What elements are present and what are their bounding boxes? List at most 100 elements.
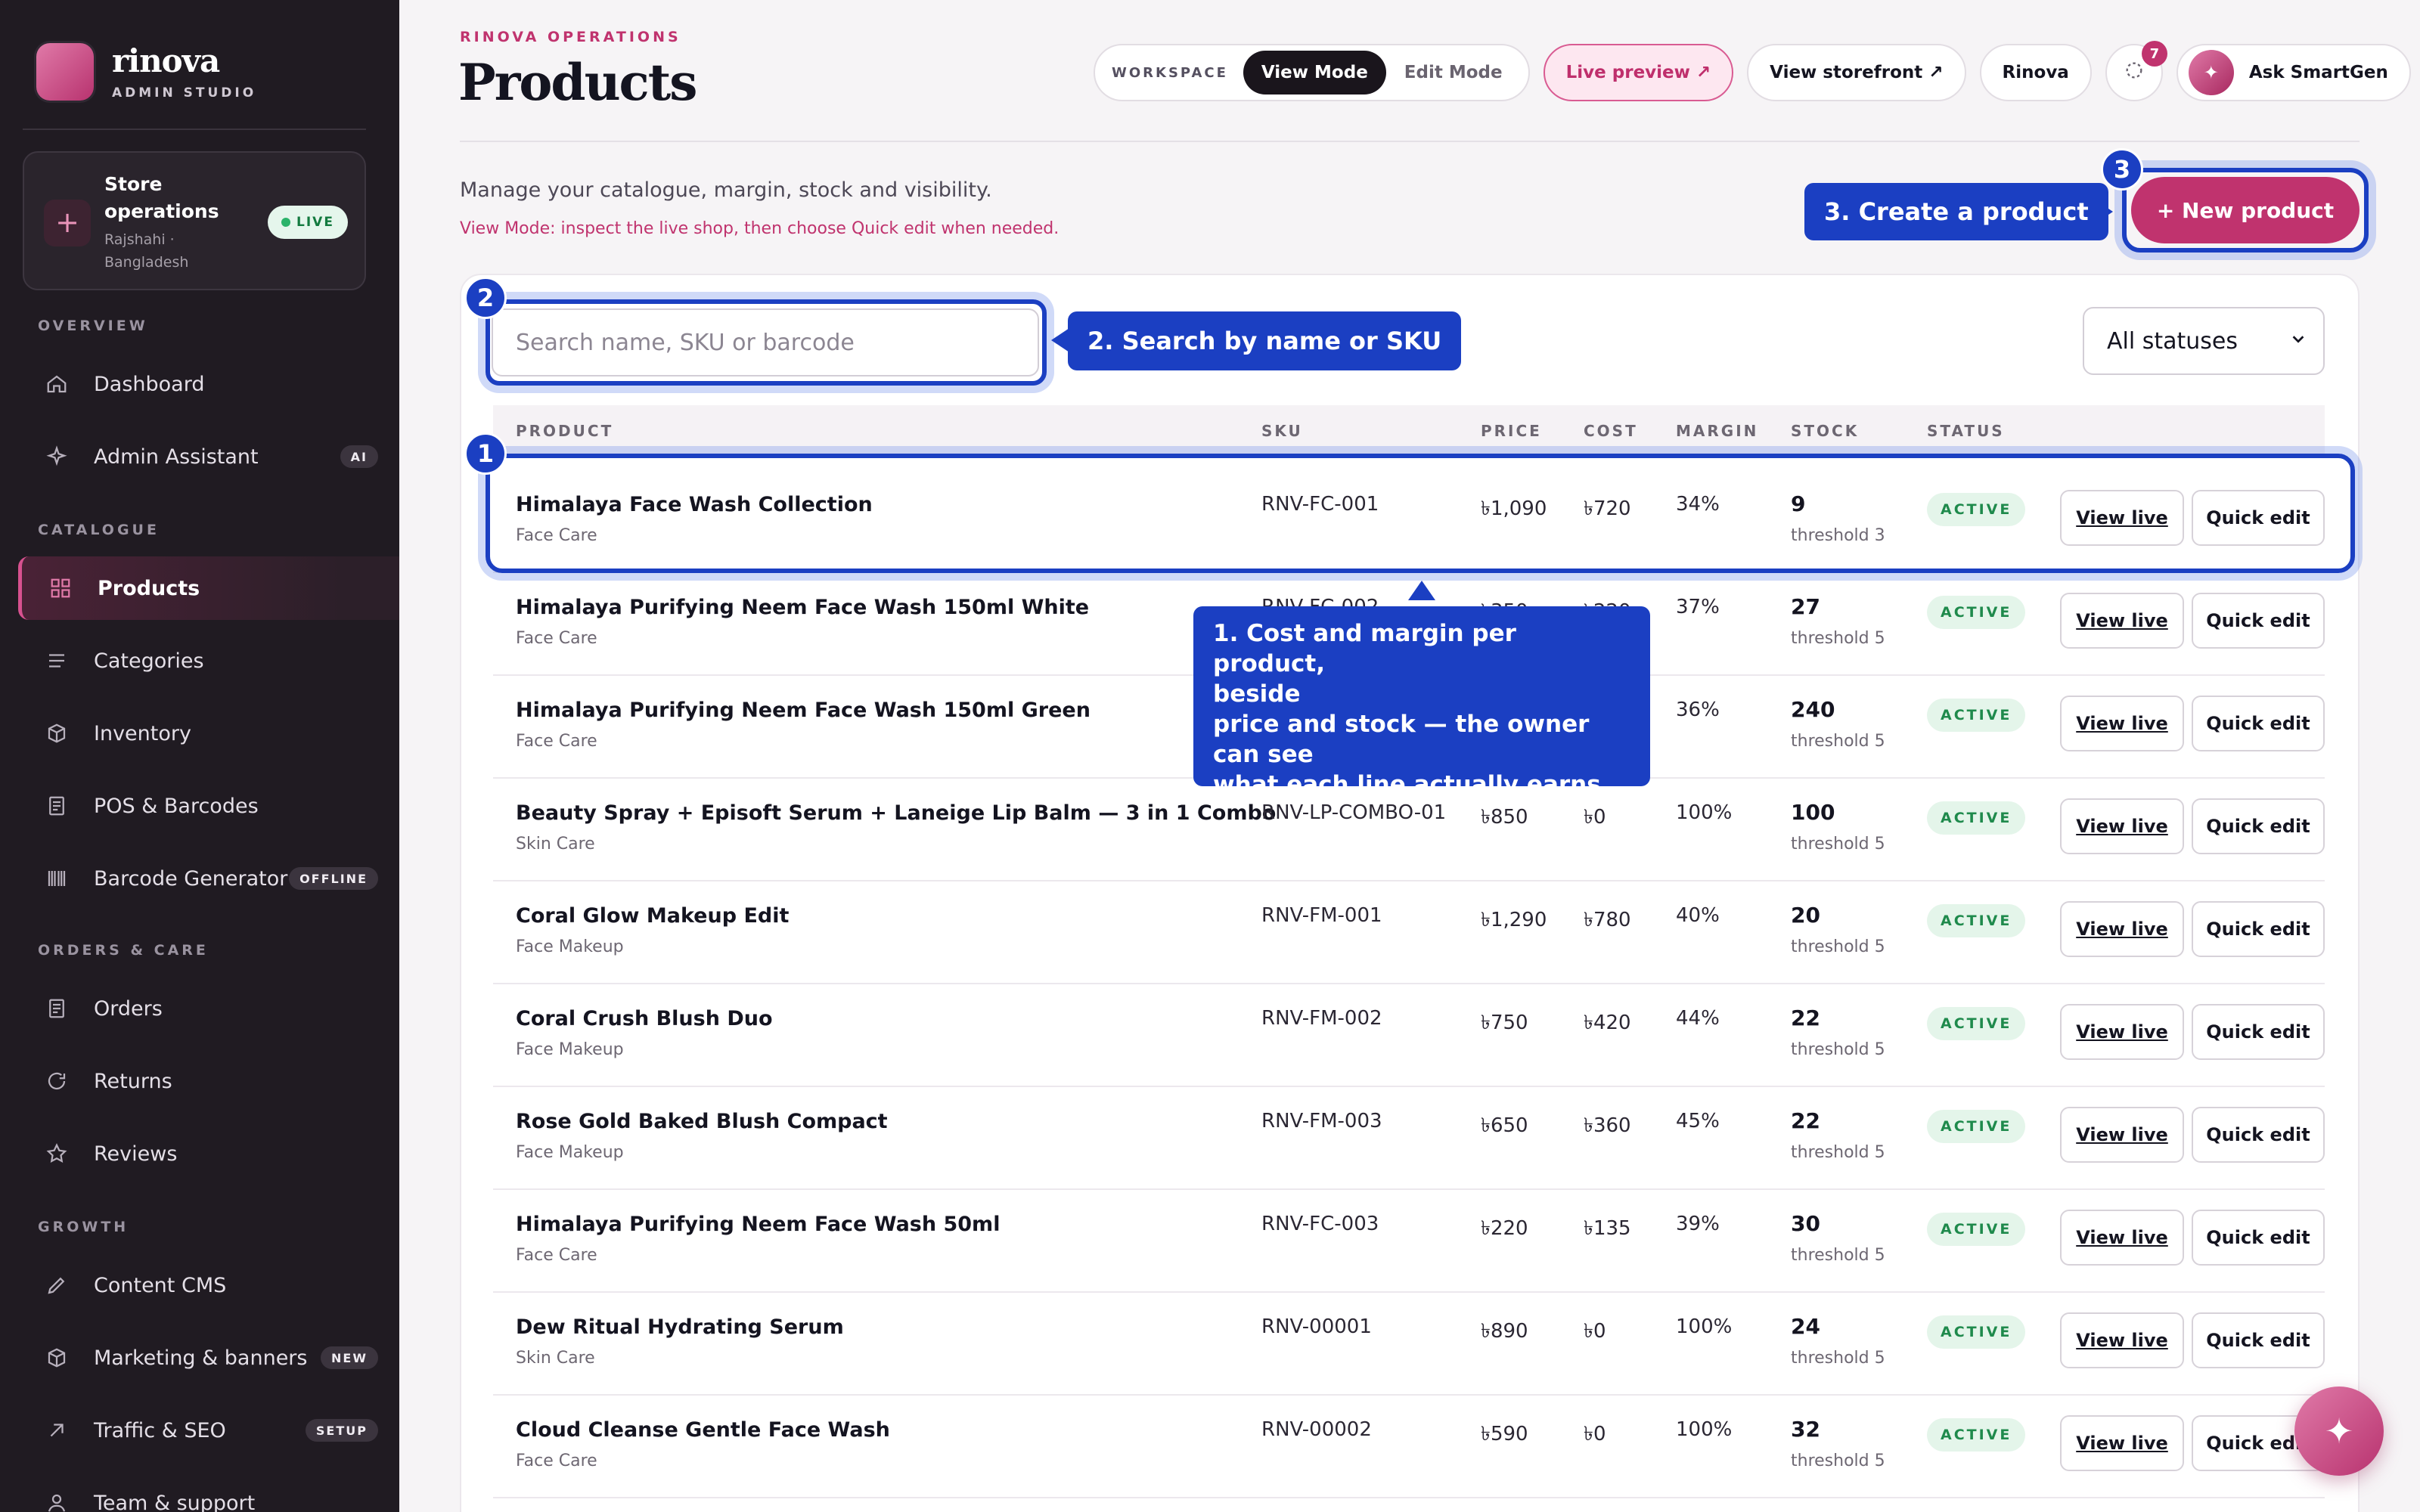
brand[interactable]: rinova ADMIN STUDIO bbox=[36, 42, 256, 101]
sidebar-item-label: Dashboard bbox=[94, 372, 205, 396]
product-price: ৳590 bbox=[1481, 1423, 1528, 1445]
sidebar-item-dashboard[interactable]: Dashboard bbox=[18, 352, 399, 416]
tooltip-1-line: price and stock — the owner bbox=[1213, 711, 1590, 738]
table-row: Dew Ritual Hydrating Serum Skin Care RNV-0… bbox=[493, 1293, 2325, 1396]
sidebar-item-marketing[interactable]: Marketing & banners NEW bbox=[18, 1326, 399, 1390]
sidebar-item-barcode-generator[interactable]: Barcode Generator OFFLINE bbox=[18, 847, 399, 910]
sidebar-item-label: Barcode Generator bbox=[94, 866, 288, 891]
product-margin: 39% bbox=[1676, 1213, 1720, 1235]
sidebar-item-returns[interactable]: Returns bbox=[18, 1049, 399, 1113]
col-product: PRODUCT bbox=[516, 422, 614, 440]
view-live-button[interactable]: View live bbox=[2060, 696, 2184, 751]
product-cost: ৳780 bbox=[1584, 909, 1631, 931]
product-stock: 32 bbox=[1791, 1417, 1820, 1442]
product-price: ৳220 bbox=[1481, 1217, 1528, 1240]
sidebar-item-pos-barcodes[interactable]: POS & Barcodes bbox=[18, 774, 399, 838]
view-live-button[interactable]: View live bbox=[2060, 901, 2184, 957]
sidebar-item-orders[interactable]: Orders bbox=[18, 977, 399, 1040]
product-cost: ৳360 bbox=[1584, 1114, 1631, 1137]
view-live-button[interactable]: View live bbox=[2060, 1415, 2184, 1471]
quick-edit-button[interactable]: Quick edit bbox=[2192, 901, 2325, 957]
store-switcher-button[interactable]: Rinova bbox=[1979, 44, 2092, 101]
sidebar-item-traffic-seo[interactable]: Traffic & SEO SETUP bbox=[18, 1399, 399, 1462]
sidebar-item-admin-assistant[interactable]: Admin Assistant AI bbox=[18, 425, 399, 488]
quick-edit-button[interactable]: Quick edit bbox=[2192, 696, 2325, 751]
sidebar-item-content-cms[interactable]: Content CMS bbox=[18, 1253, 399, 1317]
quick-edit-button[interactable]: Quick edit bbox=[2192, 1312, 2325, 1368]
product-category: Face Makeup bbox=[516, 937, 624, 956]
sidebar-item-inventory[interactable]: Inventory bbox=[18, 702, 399, 765]
store-card[interactable]: + Store operations Rajshahi · Bangladesh… bbox=[23, 151, 366, 290]
star-icon bbox=[44, 1141, 70, 1167]
product-category: Face Care bbox=[516, 629, 597, 648]
loading-spinner-icon bbox=[2124, 60, 2145, 85]
sidebar: rinova ADMIN STUDIO + Store operations R… bbox=[0, 0, 399, 1512]
brand-subtitle: ADMIN STUDIO bbox=[112, 85, 257, 101]
stock-threshold: threshold 5 bbox=[1791, 732, 1885, 751]
product-stock: 100 bbox=[1791, 800, 1835, 825]
sidebar-item-label: Products bbox=[98, 576, 200, 600]
quick-edit-button[interactable]: Quick edit bbox=[2192, 1004, 2325, 1060]
view-live-button[interactable]: View live bbox=[2060, 1004, 2184, 1060]
product-name: Coral Glow Makeup Edit bbox=[516, 904, 790, 928]
sidebar-item-categories[interactable]: Categories bbox=[18, 629, 399, 692]
tutorial-tooltip-3: 3. Create a product bbox=[1804, 183, 2108, 240]
table-row: Himalaya Purifying Neem Face Wash 50ml Fa… bbox=[493, 1190, 2325, 1293]
status-badge: ACTIVE bbox=[1927, 1315, 2026, 1349]
stock-threshold: threshold 5 bbox=[1791, 1040, 1885, 1059]
sparkle-icon bbox=[44, 444, 70, 469]
status-badge: ACTIVE bbox=[1927, 1110, 2026, 1143]
sidebar-item-products[interactable]: Products bbox=[18, 556, 399, 620]
sidebar-item-reviews[interactable]: Reviews bbox=[18, 1122, 399, 1185]
quick-edit-button[interactable]: Quick edit bbox=[2192, 593, 2325, 649]
status-badge: ACTIVE bbox=[1927, 801, 2026, 835]
view-live-button[interactable]: View live bbox=[2060, 1210, 2184, 1266]
quick-edit-button[interactable]: Quick edit bbox=[2192, 1107, 2325, 1163]
quick-edit-button[interactable]: Quick edit bbox=[2192, 798, 2325, 854]
status-filter-select[interactable]: All statuses bbox=[2083, 307, 2325, 375]
view-storefront-button[interactable]: View storefront ↗ bbox=[1747, 44, 1966, 101]
assistant-fab-sparkle-icon[interactable]: ✦ bbox=[2294, 1387, 2384, 1476]
tooltip-1-line: beside bbox=[1213, 680, 1301, 708]
brand-logo-icon bbox=[36, 42, 94, 101]
brand-name: rinova bbox=[112, 42, 220, 79]
tutorial-highlight-search bbox=[486, 299, 1047, 386]
view-live-button[interactable]: View live bbox=[2060, 1107, 2184, 1163]
product-sku: RNV-00001 bbox=[1261, 1315, 1372, 1338]
product-cost: ৳0 bbox=[1584, 806, 1606, 829]
view-live-button[interactable]: View live bbox=[2060, 593, 2184, 649]
mode-hint: View Mode: inspect the live shop, then c… bbox=[460, 219, 1060, 238]
product-name: Coral Crush Blush Duo bbox=[516, 1007, 773, 1030]
plus-icon[interactable]: + bbox=[44, 200, 91, 246]
notification-count-badge: 7 bbox=[2141, 41, 2167, 67]
product-margin: 40% bbox=[1676, 904, 1720, 927]
col-stock: STOCK bbox=[1791, 422, 1860, 440]
product-sku: RNV-FC-003 bbox=[1261, 1213, 1379, 1235]
box-icon bbox=[44, 1345, 70, 1371]
col-sku: SKU bbox=[1261, 422, 1303, 440]
product-margin: 45% bbox=[1676, 1110, 1720, 1132]
status-badge: ACTIVE bbox=[1927, 1418, 2026, 1452]
product-category: Skin Care bbox=[516, 835, 595, 854]
notifications-button[interactable]: 7 bbox=[2105, 41, 2167, 101]
sidebar-item-team-support[interactable]: Team & support bbox=[18, 1471, 399, 1512]
user-icon bbox=[44, 1490, 70, 1512]
ask-smartgen-label: Ask SmartGen bbox=[2248, 63, 2388, 82]
edit-mode-button[interactable]: Edit Mode bbox=[1386, 51, 1521, 94]
product-stock: 20 bbox=[1791, 903, 1820, 928]
quick-edit-button[interactable]: Quick edit bbox=[2192, 1210, 2325, 1266]
sidebar-item-label: Returns bbox=[94, 1069, 172, 1093]
status-badge: ACTIVE bbox=[1927, 596, 2026, 629]
workspace-label: WORKSPACE bbox=[1112, 64, 1228, 81]
live-preview-button[interactable]: Live preview ↗ bbox=[1543, 44, 1734, 101]
status-badge: ACTIVE bbox=[1927, 904, 2026, 937]
view-mode-button[interactable]: View Mode bbox=[1243, 51, 1386, 94]
ask-smartgen-button[interactable]: ✦ Ask SmartGen bbox=[2176, 44, 2411, 101]
sidebar-item-label: Categories bbox=[94, 649, 204, 673]
view-live-button[interactable]: View live bbox=[2060, 1312, 2184, 1368]
offline-badge: OFFLINE bbox=[289, 867, 378, 890]
tutorial-arrow-up-icon bbox=[1408, 581, 1435, 600]
table-header: PRODUCT SKU PRICE COST MARGIN STOCK STAT… bbox=[493, 405, 2325, 454]
view-live-button[interactable]: View live bbox=[2060, 798, 2184, 854]
refresh-icon bbox=[44, 1068, 70, 1094]
